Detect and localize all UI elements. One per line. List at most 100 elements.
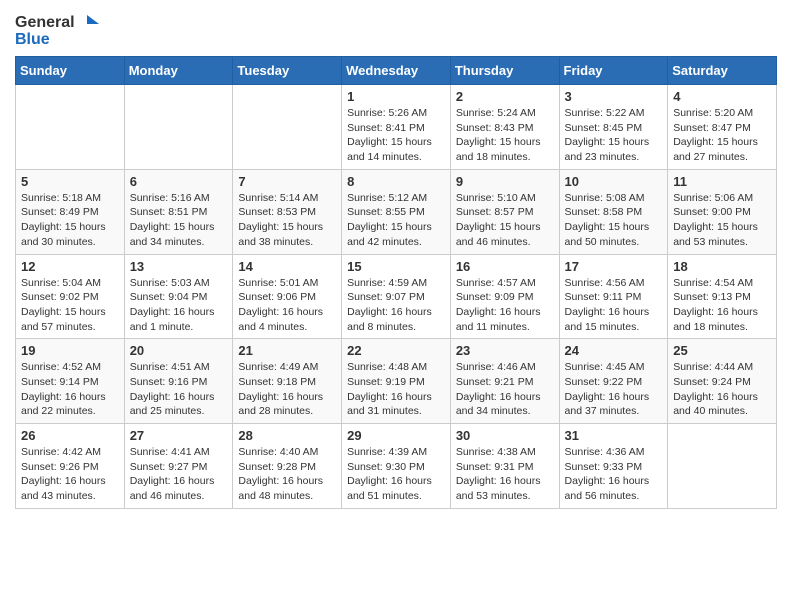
day-cell: 13Sunrise: 5:03 AM Sunset: 9:04 PM Dayli…	[124, 254, 233, 339]
day-number: 25	[673, 343, 771, 358]
day-cell: 25Sunrise: 4:44 AM Sunset: 9:24 PM Dayli…	[668, 339, 777, 424]
day-number: 6	[130, 174, 228, 189]
day-info: Sunrise: 4:45 AM Sunset: 9:22 PM Dayligh…	[565, 360, 663, 419]
day-number: 19	[21, 343, 119, 358]
day-info: Sunrise: 4:36 AM Sunset: 9:33 PM Dayligh…	[565, 445, 663, 504]
day-cell: 3Sunrise: 5:22 AM Sunset: 8:45 PM Daylig…	[559, 85, 668, 170]
day-info: Sunrise: 5:20 AM Sunset: 8:47 PM Dayligh…	[673, 106, 771, 165]
day-number: 23	[456, 343, 554, 358]
day-cell: 22 Sunrise: 4:48 AM Sunset: 9:19 PM Dayli…	[342, 339, 451, 424]
day-number: 22	[347, 343, 445, 358]
day-info: Sunrise: 4:57 AM Sunset: 9:09 PM Dayligh…	[456, 276, 554, 335]
week-row-5: 26 Sunrise: 4:42 AM Sunset: 9:26 PM Dayli…	[16, 424, 777, 509]
header-row: SundayMondayTuesdayWednesdayThursdayFrid…	[16, 57, 777, 85]
day-info: Sunrise: 4:49 AM Sunset: 9:18 PM Dayligh…	[238, 360, 336, 419]
day-number: 24	[565, 343, 663, 358]
day-number: 13	[130, 259, 228, 274]
week-row-4: 19 Sunrise: 4:52 AM Sunset: 9:14 PM Dayli…	[16, 339, 777, 424]
weekday-header-tuesday: Tuesday	[233, 57, 342, 85]
day-number: 31	[565, 428, 663, 443]
day-cell: 1Sunrise: 5:26 AM Sunset: 8:41 PM Daylig…	[342, 85, 451, 170]
day-info: Sunrise: 4:48 AM Sunset: 9:19 PM Dayligh…	[347, 360, 445, 419]
day-cell: 30 Sunrise: 4:38 AM Sunset: 9:31 PM Dayli…	[450, 424, 559, 509]
day-number: 17	[565, 259, 663, 274]
day-number: 27	[130, 428, 228, 443]
day-number: 9	[456, 174, 554, 189]
day-cell: 6 Sunrise: 5:16 AM Sunset: 8:51 PM Daylig…	[124, 169, 233, 254]
day-cell: 18 Sunrise: 4:54 AM Sunset: 9:13 PM Dayli…	[668, 254, 777, 339]
day-number: 2	[456, 89, 554, 104]
day-cell: 27Sunrise: 4:41 AM Sunset: 9:27 PM Dayli…	[124, 424, 233, 509]
day-number: 3	[565, 89, 663, 104]
day-info: Sunrise: 4:56 AM Sunset: 9:11 PM Dayligh…	[565, 276, 663, 335]
day-cell: 10 Sunrise: 5:08 AM Sunset: 8:58 PM Dayli…	[559, 169, 668, 254]
day-info: Sunrise: 5:10 AM Sunset: 8:57 PM Dayligh…	[456, 191, 554, 250]
weekday-header-sunday: Sunday	[16, 57, 125, 85]
calendar-table: SundayMondayTuesdayWednesdayThursdayFrid…	[15, 56, 777, 509]
day-cell: 29Sunrise: 4:39 AM Sunset: 9:30 PM Dayli…	[342, 424, 451, 509]
day-cell	[16, 85, 125, 170]
day-info: Sunrise: 4:39 AM Sunset: 9:30 PM Dayligh…	[347, 445, 445, 504]
day-cell: 21 Sunrise: 4:49 AM Sunset: 9:18 PM Dayli…	[233, 339, 342, 424]
day-cell: 20 Sunrise: 4:51 AM Sunset: 9:16 PM Dayli…	[124, 339, 233, 424]
day-number: 14	[238, 259, 336, 274]
weekday-header-thursday: Thursday	[450, 57, 559, 85]
day-cell: 5Sunrise: 5:18 AM Sunset: 8:49 PM Daylig…	[16, 169, 125, 254]
page-header: GeneralBlue	[15, 10, 777, 48]
day-cell	[668, 424, 777, 509]
day-cell: 31 Sunrise: 4:36 AM Sunset: 9:33 PM Dayli…	[559, 424, 668, 509]
day-cell: 2 Sunrise: 5:24 AM Sunset: 8:43 PM Daylig…	[450, 85, 559, 170]
day-number: 30	[456, 428, 554, 443]
day-info: Sunrise: 4:38 AM Sunset: 9:31 PM Dayligh…	[456, 445, 554, 504]
day-cell: 15Sunrise: 4:59 AM Sunset: 9:07 PM Dayli…	[342, 254, 451, 339]
day-number: 20	[130, 343, 228, 358]
day-info: Sunrise: 5:06 AM Sunset: 9:00 PM Dayligh…	[673, 191, 771, 250]
day-cell	[124, 85, 233, 170]
day-number: 11	[673, 174, 771, 189]
day-cell: 16 Sunrise: 4:57 AM Sunset: 9:09 PM Dayli…	[450, 254, 559, 339]
svg-text:Blue: Blue	[15, 31, 50, 48]
day-info: Sunrise: 4:46 AM Sunset: 9:21 PM Dayligh…	[456, 360, 554, 419]
day-info: Sunrise: 5:12 AM Sunset: 8:55 PM Dayligh…	[347, 191, 445, 250]
day-number: 10	[565, 174, 663, 189]
day-number: 4	[673, 89, 771, 104]
day-number: 16	[456, 259, 554, 274]
day-cell: 14 Sunrise: 5:01 AM Sunset: 9:06 PM Dayli…	[233, 254, 342, 339]
week-row-2: 5Sunrise: 5:18 AM Sunset: 8:49 PM Daylig…	[16, 169, 777, 254]
day-cell: 4 Sunrise: 5:20 AM Sunset: 8:47 PM Daylig…	[668, 85, 777, 170]
day-info: Sunrise: 5:04 AM Sunset: 9:02 PM Dayligh…	[21, 276, 119, 335]
day-cell: 12 Sunrise: 5:04 AM Sunset: 9:02 PM Dayli…	[16, 254, 125, 339]
day-cell: 26 Sunrise: 4:42 AM Sunset: 9:26 PM Dayli…	[16, 424, 125, 509]
day-number: 7	[238, 174, 336, 189]
day-cell: 23 Sunrise: 4:46 AM Sunset: 9:21 PM Dayli…	[450, 339, 559, 424]
week-row-3: 12 Sunrise: 5:04 AM Sunset: 9:02 PM Dayli…	[16, 254, 777, 339]
day-info: Sunrise: 5:26 AM Sunset: 8:41 PM Dayligh…	[347, 106, 445, 165]
day-info: Sunrise: 4:42 AM Sunset: 9:26 PM Dayligh…	[21, 445, 119, 504]
day-number: 18	[673, 259, 771, 274]
day-number: 12	[21, 259, 119, 274]
logo-svg: GeneralBlue	[15, 10, 105, 48]
day-info: Sunrise: 5:08 AM Sunset: 8:58 PM Dayligh…	[565, 191, 663, 250]
day-info: Sunrise: 4:52 AM Sunset: 9:14 PM Dayligh…	[21, 360, 119, 419]
day-cell: 9 Sunrise: 5:10 AM Sunset: 8:57 PM Daylig…	[450, 169, 559, 254]
day-cell: 7Sunrise: 5:14 AM Sunset: 8:53 PM Daylig…	[233, 169, 342, 254]
day-number: 21	[238, 343, 336, 358]
day-info: Sunrise: 5:01 AM Sunset: 9:06 PM Dayligh…	[238, 276, 336, 335]
day-cell: 11 Sunrise: 5:06 AM Sunset: 9:00 PM Dayli…	[668, 169, 777, 254]
week-row-1: 1Sunrise: 5:26 AM Sunset: 8:41 PM Daylig…	[16, 85, 777, 170]
day-info: Sunrise: 5:16 AM Sunset: 8:51 PM Dayligh…	[130, 191, 228, 250]
logo: GeneralBlue	[15, 10, 105, 48]
weekday-header-saturday: Saturday	[668, 57, 777, 85]
day-cell	[233, 85, 342, 170]
weekday-header-monday: Monday	[124, 57, 233, 85]
day-info: Sunrise: 4:51 AM Sunset: 9:16 PM Dayligh…	[130, 360, 228, 419]
day-info: Sunrise: 5:24 AM Sunset: 8:43 PM Dayligh…	[456, 106, 554, 165]
day-cell: 19 Sunrise: 4:52 AM Sunset: 9:14 PM Dayli…	[16, 339, 125, 424]
weekday-header-wednesday: Wednesday	[342, 57, 451, 85]
day-info: Sunrise: 4:54 AM Sunset: 9:13 PM Dayligh…	[673, 276, 771, 335]
day-number: 5	[21, 174, 119, 189]
day-number: 8	[347, 174, 445, 189]
day-number: 26	[21, 428, 119, 443]
day-cell: 17 Sunrise: 4:56 AM Sunset: 9:11 PM Dayli…	[559, 254, 668, 339]
weekday-header-friday: Friday	[559, 57, 668, 85]
